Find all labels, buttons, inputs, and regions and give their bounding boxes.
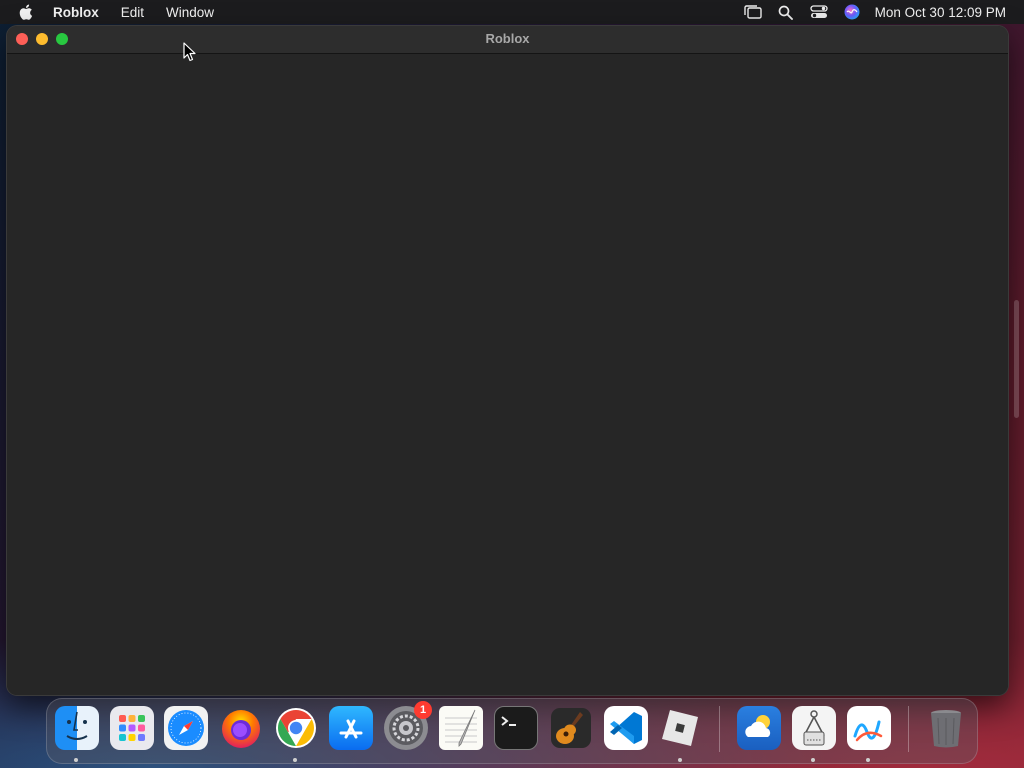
menu-edit[interactable]: Edit — [121, 5, 144, 20]
window-title: Roblox — [485, 31, 530, 46]
notification-badge: 1 — [414, 701, 432, 719]
vscode-icon[interactable] — [604, 706, 648, 750]
menu-window[interactable]: Window — [166, 5, 214, 20]
dock-separator — [719, 706, 720, 752]
safari-icon[interactable] — [164, 706, 208, 750]
freeform-icon[interactable] — [847, 706, 891, 750]
apple-menu-icon[interactable] — [19, 3, 35, 21]
window-title-bar[interactable]: Roblox — [7, 26, 1008, 54]
roblox-content-area[interactable] — [7, 54, 1008, 695]
status-area: Mon Oct 30 12:09 PM — [731, 0, 1006, 24]
roblox-window: Roblox — [7, 26, 1008, 695]
firefox-icon[interactable] — [219, 706, 263, 750]
launchpad-icon[interactable] — [110, 706, 154, 750]
mouse-pointer-icon — [183, 42, 196, 62]
finder-icon[interactable] — [55, 706, 99, 750]
menu-bar-clock[interactable]: Mon Oct 30 12:09 PM — [875, 5, 1006, 20]
menu-app-name[interactable]: Roblox — [53, 5, 99, 20]
running-indicator — [866, 758, 870, 762]
terminal-icon[interactable] — [494, 706, 538, 750]
garageband-icon[interactable] — [549, 706, 593, 750]
screenshot-utility-icon[interactable] — [792, 706, 836, 750]
textedit-icon[interactable] — [439, 706, 483, 750]
scrollbar-thumb[interactable] — [1014, 300, 1019, 418]
control-center-icon[interactable] — [808, 0, 830, 24]
weather-icon[interactable] — [737, 706, 781, 750]
chrome-icon[interactable] — [274, 706, 318, 750]
running-indicator — [293, 758, 297, 762]
menu-bar: Roblox Edit Window Mon Oct 30 12:09 PM — [0, 0, 1024, 24]
siri-icon[interactable] — [841, 0, 863, 24]
app-store-icon[interactable] — [329, 706, 373, 750]
running-indicator — [811, 758, 815, 762]
running-indicator — [74, 758, 78, 762]
dock-separator — [908, 706, 909, 752]
roblox-icon[interactable] — [658, 706, 702, 750]
running-indicator — [678, 758, 682, 762]
stage-manager-icon[interactable] — [742, 0, 764, 24]
trash-icon[interactable] — [924, 706, 968, 750]
spotlight-search-icon[interactable] — [775, 0, 797, 24]
